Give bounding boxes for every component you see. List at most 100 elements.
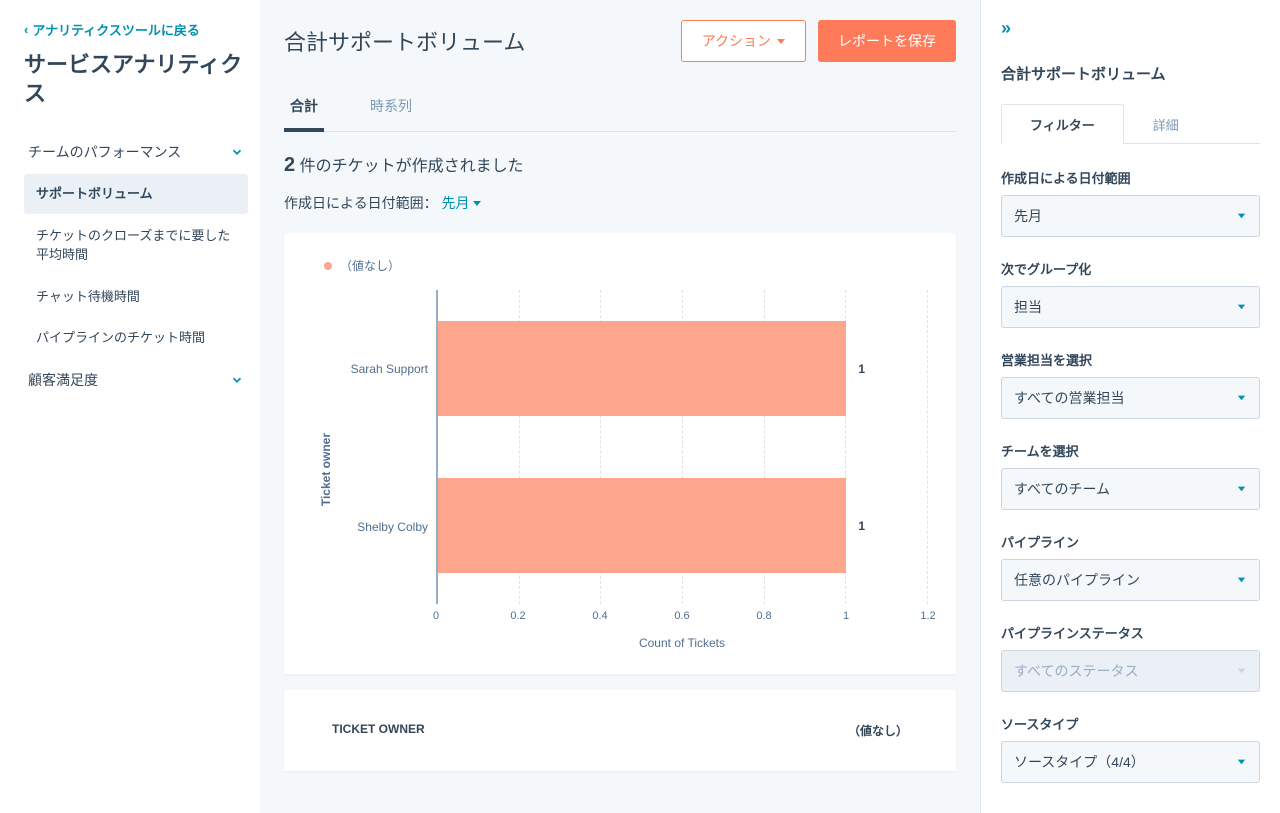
filter-label: 次でグループ化 (1001, 259, 1260, 278)
main-tabs: 合計 時系列 (284, 86, 956, 132)
collapse-panel-icon[interactable]: » (1001, 18, 1260, 39)
chart-card: （値なし） Ticket owner Sarah SupportShelby C… (284, 233, 956, 674)
filter-field-group: チームを選択すべてのチーム (1001, 441, 1260, 510)
bar-value-label: 1 (858, 362, 865, 376)
x-tick: 0.6 (674, 610, 689, 622)
sidebar-item-pipeline-time[interactable]: パイプラインのチケット時間 (24, 318, 248, 358)
select-value: 任意のパイプライン (1014, 570, 1140, 590)
page-title: サービスアナリティクス (24, 51, 248, 108)
filter-label: パイプラインステータス (1001, 623, 1260, 642)
filter-select[interactable]: 任意のパイプライン (1001, 559, 1260, 601)
filter-field-group: 作成日による日付範囲先月 (1001, 168, 1260, 237)
caret-down-icon (1236, 390, 1247, 406)
caret-down-icon (473, 201, 481, 206)
chevron-down-icon (230, 373, 244, 387)
filter-field-group: パイプライン任意のパイプライン (1001, 532, 1260, 601)
tab-total[interactable]: 合計 (284, 86, 324, 132)
filter-field-group: ソースタイプソースタイプ（4/4） (1001, 714, 1260, 783)
bar-row: 1 (438, 290, 928, 447)
save-report-button[interactable]: レポートを保存 (818, 20, 956, 62)
table-header-row: TICKET OWNER （値なし） (312, 714, 928, 747)
filter-label: パイプライン (1001, 532, 1260, 551)
date-range-selector[interactable]: 先月 (441, 193, 481, 213)
bar[interactable] (438, 321, 846, 415)
x-tick: 0.4 (592, 610, 607, 622)
plot-area: 11 (436, 290, 928, 604)
section-customer-satisfaction[interactable]: 顧客満足度 (24, 360, 248, 400)
table-card: TICKET OWNER （値なし） (284, 690, 956, 771)
legend-text: （値なし） (340, 257, 400, 274)
filter-select[interactable]: すべての営業担当 (1001, 377, 1260, 419)
filter-label: 営業担当を選択 (1001, 350, 1260, 369)
filter-select[interactable]: 先月 (1001, 195, 1260, 237)
select-value: ソースタイプ（4/4） (1014, 752, 1145, 772)
summary-text: 件のチケットが作成されました (300, 158, 524, 175)
filter-select[interactable]: 担当 (1001, 286, 1260, 328)
filter-label: チームを選択 (1001, 441, 1260, 460)
date-range-label: 作成日による日付範囲： (284, 195, 438, 211)
section-team-performance[interactable]: チームのパフォーマンス (24, 132, 248, 172)
caret-down-icon (1236, 663, 1247, 679)
button-label: アクション (702, 31, 771, 51)
back-link-text: アナリティクスツールに戻る (32, 20, 200, 39)
y-category: Sarah Support (340, 290, 428, 448)
caret-down-icon (1236, 572, 1247, 588)
section-label: チームのパフォーマンス (28, 142, 181, 162)
chevron-left-icon: ‹ (24, 22, 28, 37)
main-header: 合計サポートボリューム アクション レポートを保存 (284, 20, 956, 62)
summary-count: 2 (284, 154, 295, 176)
sidebar-item-avg-close[interactable]: チケットのクローズまでに要した平均時間 (24, 216, 248, 275)
back-link[interactable]: ‹ アナリティクスツールに戻る (24, 20, 200, 39)
summary-line: 2 件のチケットが作成されました (284, 152, 956, 177)
sidebar-item-chat-wait[interactable]: チャット待機時間 (24, 277, 248, 317)
caret-down-icon (777, 39, 785, 44)
report-title: 合計サポートボリューム (284, 25, 525, 57)
header-buttons: アクション レポートを保存 (681, 20, 956, 62)
filter-label: 作成日による日付範囲 (1001, 168, 1260, 187)
select-value: 先月 (1014, 206, 1042, 226)
filter-field-group: 次でグループ化担当 (1001, 259, 1260, 328)
section-label: 顧客満足度 (28, 370, 98, 390)
bar-value-label: 1 (858, 519, 865, 533)
y-category: Shelby Colby (340, 448, 428, 606)
filter-select: すべてのステータス (1001, 650, 1260, 692)
x-tick: 0.8 (756, 610, 771, 622)
panel-tab-filters[interactable]: フィルター (1001, 104, 1124, 144)
x-tick: 1 (843, 610, 849, 622)
filter-field-group: 営業担当を選択すべての営業担当 (1001, 350, 1260, 419)
select-value: すべてのステータス (1014, 661, 1138, 681)
y-axis-label: Ticket owner (319, 433, 333, 506)
x-tick: 1.2 (920, 610, 935, 622)
filter-select[interactable]: すべてのチーム (1001, 468, 1260, 510)
filter-field-group: パイプラインステータスすべてのステータス (1001, 623, 1260, 692)
caret-down-icon (1236, 754, 1247, 770)
select-value: 担当 (1014, 297, 1042, 317)
tab-timeseries[interactable]: 時系列 (364, 86, 418, 132)
bar[interactable] (438, 478, 846, 572)
chart-area: Ticket owner Sarah SupportShelby Colby 1… (312, 290, 928, 650)
caret-down-icon (1236, 208, 1247, 224)
panel-tab-details[interactable]: 詳細 (1124, 104, 1208, 144)
x-tick: 0.2 (510, 610, 525, 622)
filter-label: ソースタイプ (1001, 714, 1260, 733)
x-axis-label: Count of Tickets (436, 636, 928, 650)
table-col-owner: TICKET OWNER (332, 722, 425, 739)
actions-button[interactable]: アクション (681, 20, 806, 62)
x-tick: 0 (433, 610, 439, 622)
chevron-down-icon (230, 145, 244, 159)
sidebar: ‹ アナリティクスツールに戻る サービスアナリティクス チームのパフォーマンス … (0, 0, 260, 813)
table-col-value: （値なし） (848, 722, 908, 739)
caret-down-icon (1236, 299, 1247, 315)
date-range-row: 作成日による日付範囲： 先月 (284, 193, 956, 213)
sidebar-item-support-volume[interactable]: サポートボリューム (24, 174, 248, 214)
select-value: すべての営業担当 (1014, 388, 1124, 408)
caret-down-icon (1236, 481, 1247, 497)
x-axis: 00.20.40.60.811.2 (436, 610, 928, 634)
select-value: すべてのチーム (1014, 479, 1110, 499)
chart-legend: （値なし） (324, 257, 928, 274)
panel-tabs: フィルター 詳細 (1001, 104, 1260, 144)
main-content: 合計サポートボリューム アクション レポートを保存 合計 時系列 2 件のチケッ… (260, 0, 980, 813)
filter-select[interactable]: ソースタイプ（4/4） (1001, 741, 1260, 783)
legend-dot-icon (324, 262, 332, 270)
panel-title: 合計サポートボリューム (1001, 63, 1260, 84)
